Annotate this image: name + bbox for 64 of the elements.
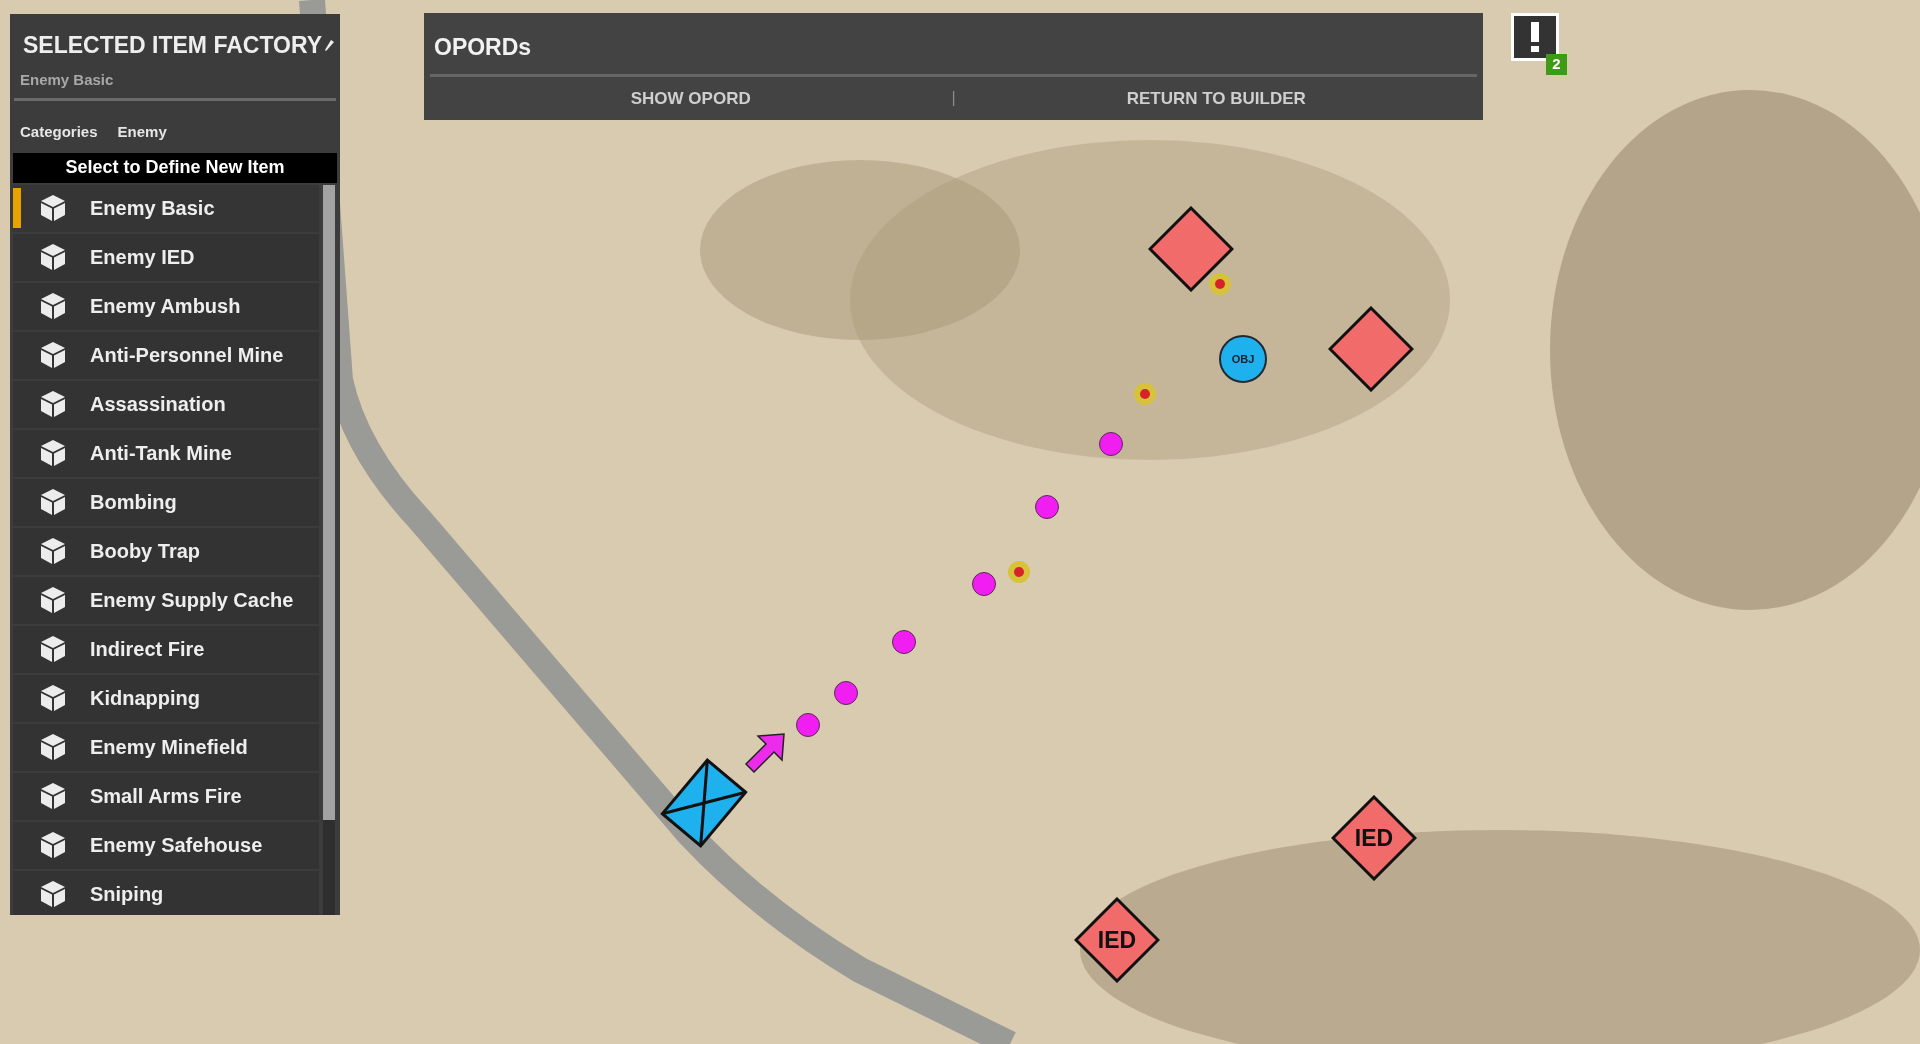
item-label: Enemy Basic	[90, 196, 215, 221]
cube-icon	[40, 586, 66, 614]
breadcrumb-link[interactable]: Enemy	[117, 121, 167, 144]
ied-marker[interactable]: IED	[1074, 897, 1160, 983]
item-label: Enemy IED	[90, 245, 195, 270]
item-label: Enemy Supply Cache	[90, 588, 294, 613]
item-row[interactable]: Enemy IED	[13, 233, 319, 281]
exclamation-icon	[1530, 22, 1540, 52]
cube-icon	[40, 341, 66, 369]
item-row[interactable]: Assassination	[13, 380, 319, 428]
alert-button[interactable]	[1511, 13, 1559, 61]
scrollbar[interactable]	[323, 184, 335, 915]
arrow-marker[interactable]	[742, 730, 788, 776]
cube-icon	[40, 488, 66, 516]
item-row[interactable]: Kidnapping	[13, 674, 319, 722]
opords-title: OPORDs	[433, 33, 533, 62]
cube-icon	[40, 684, 66, 712]
item-row[interactable]: Enemy Supply Cache	[13, 576, 319, 624]
return-to-builder-button[interactable]: RETURN TO BUILDER	[955, 85, 1477, 111]
breadcrumb-link[interactable]: Categories	[20, 121, 98, 144]
hostile-marker[interactable]	[1328, 306, 1414, 392]
ied-marker[interactable]: IED	[1331, 795, 1417, 881]
item-label: Sniping	[90, 882, 164, 907]
list-header: Select to Define New Item	[13, 152, 337, 183]
item-row[interactable]: Indirect Fire	[13, 625, 319, 673]
item-row[interactable]: Enemy Minefield	[13, 723, 319, 771]
cube-icon	[40, 635, 66, 663]
item-row[interactable]: Enemy Ambush	[13, 282, 319, 330]
item-label: Enemy Ambush	[90, 294, 241, 319]
cube-icon	[40, 782, 66, 810]
item-row[interactable]: Bombing	[13, 478, 319, 526]
item-label: Booby Trap	[90, 539, 200, 564]
cube-icon	[40, 194, 66, 222]
cube-icon	[40, 831, 66, 859]
cube-icon	[40, 537, 66, 565]
item-label: Enemy Minefield	[90, 735, 248, 760]
separator: |	[951, 88, 956, 109]
item-label: Small Arms Fire	[90, 784, 242, 809]
item-label: Anti-Tank Mine	[90, 441, 232, 466]
item-row[interactable]: Anti-Personnel Mine	[13, 331, 319, 379]
panel-subtitle: Enemy Basic	[19, 69, 115, 90]
panel-title: SELECTED ITEM FACTORY	[23, 31, 323, 60]
alert-count-badge: 2	[1546, 54, 1567, 75]
item-row[interactable]: Enemy Safehouse	[13, 821, 319, 869]
item-row[interactable]: Small Arms Fire	[13, 772, 319, 820]
cube-icon	[40, 733, 66, 761]
hostile-marker[interactable]	[1148, 206, 1234, 292]
item-label: Kidnapping	[90, 686, 200, 711]
cube-icon	[40, 292, 66, 320]
item-label: Assassination	[90, 392, 226, 417]
cube-icon	[40, 439, 66, 467]
item-row[interactable]: Sniping	[13, 870, 319, 915]
item-row[interactable]: Enemy Basic	[13, 184, 319, 232]
cube-icon	[40, 243, 66, 271]
pencil-icon[interactable]	[325, 39, 335, 52]
item-label: Bombing	[90, 490, 177, 515]
item-label: Enemy Safehouse	[90, 833, 263, 858]
item-label: Indirect Fire	[90, 637, 205, 662]
show-opord-button[interactable]: SHOW OPORD	[430, 85, 952, 111]
item-row[interactable]: Anti-Tank Mine	[13, 429, 319, 477]
item-row[interactable]: Booby Trap	[13, 527, 319, 575]
cube-icon	[40, 880, 66, 908]
item-label: Anti-Personnel Mine	[90, 343, 284, 368]
cube-icon	[40, 390, 66, 418]
